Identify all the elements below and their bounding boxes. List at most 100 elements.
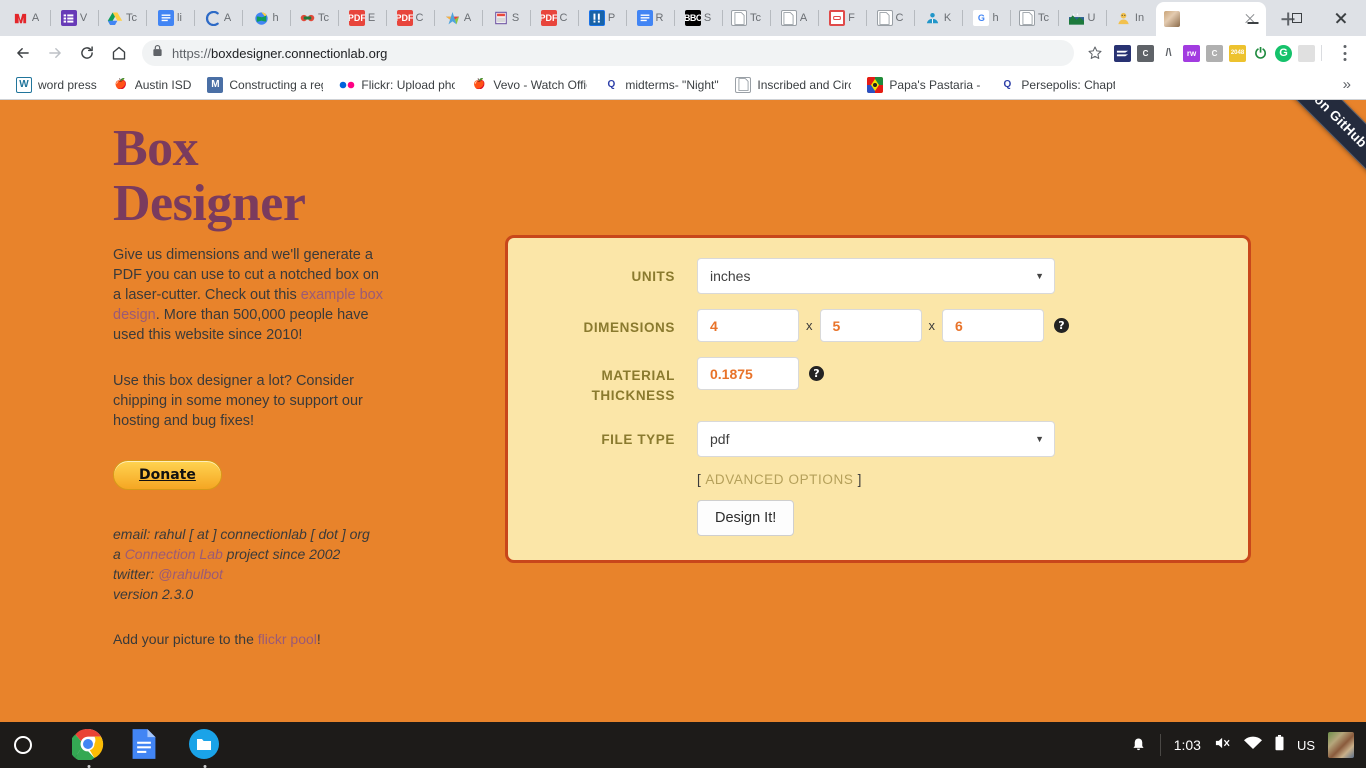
flickr-suffix: ! [316,631,321,648]
bookmark-item[interactable]: W word press [9,74,104,96]
chrome-app-icon[interactable] [69,728,106,768]
pinned-tab[interactable]: A [194,1,242,35]
depth-input[interactable]: 6 [942,309,1044,342]
files-app-icon[interactable] [188,728,222,768]
flickr-pool-link[interactable]: flickr pool [258,631,317,647]
pinned-tab[interactable]: PDF C [530,1,578,35]
bell-icon[interactable] [1131,737,1147,753]
url-host: boxdesigner.connectionlab.org [211,45,388,61]
submit-row: Design It! [508,500,1248,536]
design-it-button[interactable]: Design It! [697,500,795,536]
wifi-icon[interactable] [1243,736,1262,755]
material-thickness-input[interactable]: 0.1875 [697,357,799,390]
pinned-tab[interactable]: K [914,1,962,35]
user-avatar[interactable] [1328,732,1354,758]
pinned-tab[interactable]: h [242,1,290,35]
width-input[interactable]: 4 [697,309,799,342]
material-thickness-help-icon[interactable]: ? [809,366,824,381]
c-grey-ext-icon[interactable]: C [1137,44,1154,62]
pinned-tab[interactable]: A [434,1,482,35]
faded-ext-icon[interactable] [1298,44,1315,62]
pinned-tab[interactable]: PDF E [338,1,386,35]
home-button[interactable] [104,38,134,68]
pinned-tab[interactable]: P [578,1,626,35]
advanced-options-link[interactable]: ADVANCED OPTIONS [705,472,853,487]
google-icon: G [973,10,990,26]
bookmarks-overflow-button[interactable]: » [1337,76,1357,93]
bookmark-item[interactable]: Papa's Pastaria - Pla [860,74,990,96]
bookmark-item[interactable]: Q Persepolis: Chapters [992,74,1122,96]
pinned-tab-title: F [848,12,855,24]
bookmark-item[interactable]: Q midterms- "Night" pg [596,74,726,96]
pinned-tab[interactable]: BBC S [674,1,722,35]
advanced-close-bracket: ] [857,472,862,487]
battery-icon[interactable] [1275,734,1284,756]
c-light-ext-icon[interactable]: C [1206,44,1223,62]
close-window-button[interactable] [1320,2,1362,34]
2048-ext-icon[interactable]: 2048 [1229,44,1246,62]
google-docs-app-icon[interactable] [130,728,164,762]
dimensions-help-icon[interactable]: ? [1054,318,1069,333]
clock[interactable]: 1:03 [1174,737,1201,753]
twitter-handle-link[interactable]: @rahulbot [158,566,223,582]
flickr-pool-line: Add your picture to the flickr pool! [113,631,390,647]
lambda-ext-icon[interactable]: /\ [1160,44,1177,62]
sumatra-ext-icon[interactable] [1114,44,1131,62]
back-button[interactable] [8,38,38,68]
maximize-button[interactable] [1276,2,1318,34]
wordpress-icon: W [16,76,32,93]
pinned-tab[interactable]: C [866,1,914,35]
chrome-menu-button[interactable] [1332,40,1358,66]
pinned-tab[interactable]: Tc [1010,1,1058,35]
reload-button[interactable] [72,38,102,68]
pinned-tab[interactable]: A [2,1,50,35]
pinned-tab[interactable]: Tc [290,1,338,35]
status-area[interactable]: 1:03 US [1131,732,1366,758]
page-icon [1019,10,1035,26]
pinned-tab[interactable]: G h [962,1,1010,35]
minimize-button[interactable] [1232,2,1274,34]
shelf-apps [69,728,222,768]
units-select[interactable]: inches ▼ [697,258,1055,294]
donate-button[interactable]: Donate [113,460,222,491]
locale-indicator[interactable]: US [1297,738,1315,753]
file-type-select[interactable]: pdf ▼ [697,421,1055,457]
pinned-tab[interactable]: Tc [722,1,770,35]
pinned-tab-title: C [415,12,424,24]
bookmark-item[interactable]: 🍎 Austin ISD [106,74,199,96]
power-ext-icon[interactable]: ⏻ [1252,44,1269,62]
apple-icon: 🍎 [473,79,486,90]
bookmark-item[interactable]: 🍎 Vevo - Watch Official [464,74,594,96]
bookmark-star-icon[interactable] [1082,40,1108,66]
launcher-button[interactable] [14,736,32,754]
pinned-tab[interactable]: li [146,1,194,35]
pinned-tab-title: V [79,12,88,24]
page-icon [876,10,893,26]
tab-strip: A V Tc li A h Tc PDF E PDF C A S PDF C P… [0,0,1366,36]
pinned-tab[interactable]: S [482,1,530,35]
bookmark-item[interactable]: Flickr: Upload photos [332,74,462,96]
connection-lab-link[interactable]: Connection Lab [125,546,223,562]
bookmark-label: Inscribed and Circum [757,77,851,92]
forward-button[interactable] [40,38,70,68]
grammarly-ext-icon[interactable]: G [1275,44,1292,62]
bookmark-label: Persepolis: Chapters [1021,77,1115,92]
pinned-tab[interactable]: PDF C [386,1,434,35]
bookmark-item[interactable]: M Constructing a regula [200,74,330,96]
intro-paragraph: Give us dimensions and we'll generate a … [113,245,390,345]
volume-muted-icon[interactable] [1214,735,1231,756]
height-input[interactable]: 5 [819,309,922,342]
units-value: inches [710,268,751,284]
bookmark-item[interactable]: Inscribed and Circum [728,74,858,96]
star-icon [445,10,461,26]
pinned-tab[interactable]: V [50,1,98,35]
pinned-tab[interactable]: Tc [98,1,146,35]
rw-ext-icon[interactable]: rw [1183,44,1200,62]
address-bar[interactable]: https://boxdesigner.connectionlab.org [142,40,1074,66]
google-docs-icon [158,10,175,26]
pinned-tab[interactable]: R [626,1,674,35]
pinned-tab[interactable]: U [1058,1,1106,35]
pinned-tab[interactable]: F [818,1,866,35]
pinned-tab[interactable]: A [770,1,818,35]
pinned-tab[interactable]: In [1106,1,1154,35]
